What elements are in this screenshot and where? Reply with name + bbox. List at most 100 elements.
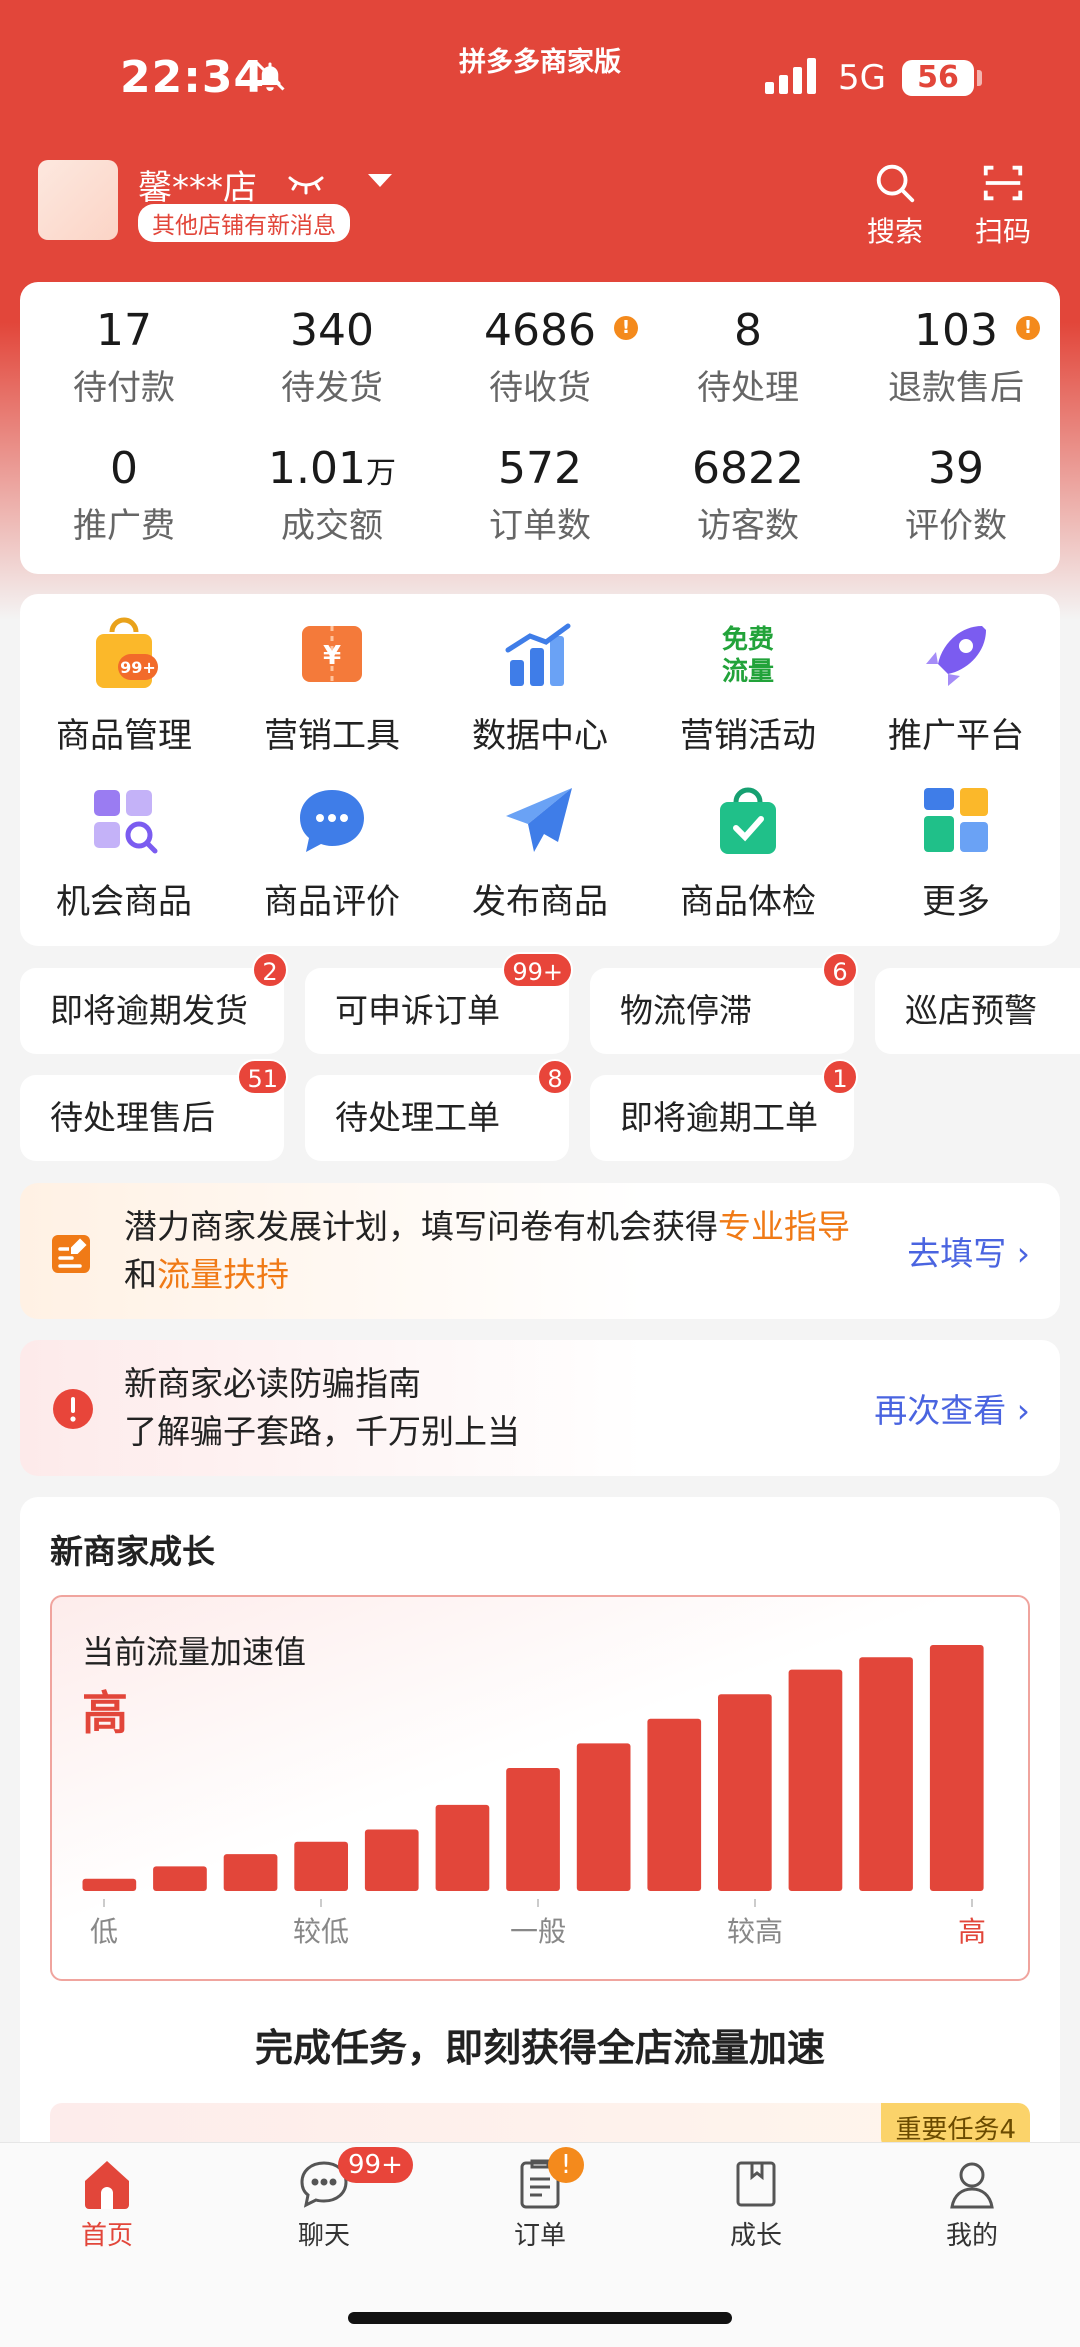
count-badge: 1 [822,1059,858,1095]
grid-item-product-manage[interactable]: 99+ 商品管理 [20,614,228,757]
chip-overdue-tickets[interactable]: 即将逾期工单 1 [590,1059,858,1161]
rocket-icon [926,626,986,686]
stat-pending-receipt[interactable]: 4686 待收货! [436,302,644,409]
chip-store-patrol-warning[interactable]: 巡店预警 [875,968,1080,1054]
x-tick-label: 较低 [293,1915,349,1948]
chip-logistics-stalled[interactable]: 物流停滞 6 [590,952,858,1054]
chip-pending-tickets[interactable]: 待处理工单 8 [305,1059,573,1161]
count-badge: 51 [237,1059,288,1095]
alert-dot-icon: ! [1016,316,1040,340]
tab-chat[interactable]: 聊天 99+ [254,2147,413,2252]
check-bag-icon [720,787,776,854]
chat-bubble-icon [300,790,364,852]
anti-fraud-banner[interactable]: 新商家必读防骗指南 了解骗子套路，千万别上当 再次查看 › [20,1340,1060,1476]
stat-gmv[interactable]: 1.01万 成交额 [228,440,436,547]
battery-level: 56 [902,60,974,96]
stat-reviews[interactable]: 39 评价数 [852,440,1060,547]
stat-refund-aftersale[interactable]: 103 退款售后! [852,302,1060,409]
feature-grid: 99+ 商品管理 ¥ 营销工具 数据中心 免费 流量 营销活动 推广平台 机会商品… [20,594,1060,946]
chevron-right-icon: › [1016,1234,1030,1273]
battery-tip [977,70,982,86]
potential-merchant-banner[interactable]: 潜力商家发展计划，填写问卷有机会获得专业指导和流量扶持 去填写 › [20,1183,1060,1319]
free-traffic-icon: 免费流量 [722,624,774,687]
chip-appealable-orders[interactable]: 可申诉订单 99+ [305,952,573,1054]
svg-text:99+: 99+ [120,658,156,677]
search-button[interactable]: 搜索 [850,160,940,250]
tab-orders[interactable]: 订单 ! [470,2147,610,2252]
stat-to-process[interactable]: 8 待处理 [644,302,852,409]
chart-bar [859,1657,913,1891]
home-icon [85,2161,129,2209]
chat-count-badge: 99+ [338,2147,413,2183]
bar-chart-icon [505,623,571,686]
task-title: 完成任务，即刻获得全店流量加速 [254,2026,825,2070]
eye-closed-icon[interactable] [286,170,326,200]
chart-bar [506,1768,560,1891]
other-shop-notice[interactable]: 其他店铺有新消息 [138,204,350,242]
grid-item-marketing-activity[interactable]: 免费 流量 营销活动 [644,614,852,757]
stat-pending-shipment[interactable]: 340 待发货 [228,302,436,409]
chip-pending-aftersale[interactable]: 待处理售后 51 [20,1059,288,1161]
x-tick-label: 一般 [510,1915,566,1948]
grid-item-data-center[interactable]: 数据中心 [436,614,644,757]
potential-merchant-text: 潜力商家发展计划，填写问卷有机会获得专业指导和流量扶持 [124,1207,850,1294]
search-grid-icon [94,790,158,854]
more-apps-icon [924,788,988,852]
network-type: 5G [838,58,886,98]
chart-bar [82,1878,137,1891]
x-tick-label: 低 [90,1915,118,1948]
chart-bar [294,1841,348,1891]
chart-bar [223,1854,278,1891]
shop-avatar[interactable] [38,160,118,240]
home-indicator [348,2312,732,2324]
chart-bar [576,1743,631,1891]
x-tick-label: 较高 [727,1915,783,1948]
scan-button[interactable]: 扫码 [958,160,1048,250]
chip-overdue-shipment[interactable]: 即将逾期发货 2 [20,952,288,1054]
scan-icon [983,165,1023,201]
count-badge: 99+ [502,952,573,988]
stat-visitors[interactable]: 6822 访客数 [644,440,852,547]
scan-label: 扫码 [974,215,1031,248]
fill-survey-link[interactable]: 去填写 › [907,1227,1030,1275]
tab-growth[interactable]: 成长 [686,2155,826,2252]
alert-dot-icon: ! [614,316,638,340]
growth-title: 新商家成长 [50,1532,215,1571]
user-icon [950,2162,994,2209]
signal-icon [765,58,823,98]
stat-order-count[interactable]: 572 订单数 [436,440,644,547]
stat-promo-fee[interactable]: 0 推广费 [20,440,228,547]
coupon-icon: ¥ [302,626,362,682]
count-badge: 6 [822,952,858,988]
tab-home[interactable]: 首页 [37,2155,177,2252]
grid-item-promo-platform[interactable]: 推广平台 [852,614,1060,757]
traffic-boost-chart: 当前流量加速值 高 低较低 一般 较高高 [50,1595,1030,1981]
bar-chart: 低 较低 一般 较高 高 [82,1645,986,1948]
count-badge: 2 [252,952,288,988]
paper-plane-icon [506,788,572,852]
grid-item-more[interactable]: 更多 [852,780,1060,923]
shopping-bag-icon: 99+ [96,617,158,688]
tab-me[interactable]: 我的 [902,2155,1042,2252]
grid-item-product-reviews[interactable]: 商品评价 [228,780,436,923]
chevron-down-icon[interactable] [366,170,394,194]
stat-pending-payment[interactable]: 17 待付款 [20,302,228,409]
chart-bar [435,1804,490,1891]
alert-dot-icon: ! [548,2147,584,2183]
chart-bar [929,1645,984,1891]
shop-name[interactable]: 馨***店 [138,160,257,209]
x-tick-label: 高 [958,1915,986,1948]
grid-item-publish-product[interactable]: 发布商品 [436,780,644,923]
grid-item-marketing-tools[interactable]: ¥ 营销工具 [228,614,436,757]
search-label: 搜索 [866,215,923,248]
view-again-link[interactable]: 再次查看 › [874,1384,1030,1432]
svg-text:¥: ¥ [323,641,341,671]
svg-text:流量: 流量 [722,657,774,687]
anti-fraud-text: 新商家必读防骗指南 了解骗子套路，千万别上当 [124,1364,520,1451]
chart-bar [153,1866,207,1891]
grid-item-product-check[interactable]: 商品体检 [644,780,852,923]
svg-text:免费: 免费 [722,624,774,655]
edit-form-icon [52,1235,90,1273]
search-icon [876,164,915,203]
grid-item-opportunity-products[interactable]: 机会商品 [20,780,228,923]
